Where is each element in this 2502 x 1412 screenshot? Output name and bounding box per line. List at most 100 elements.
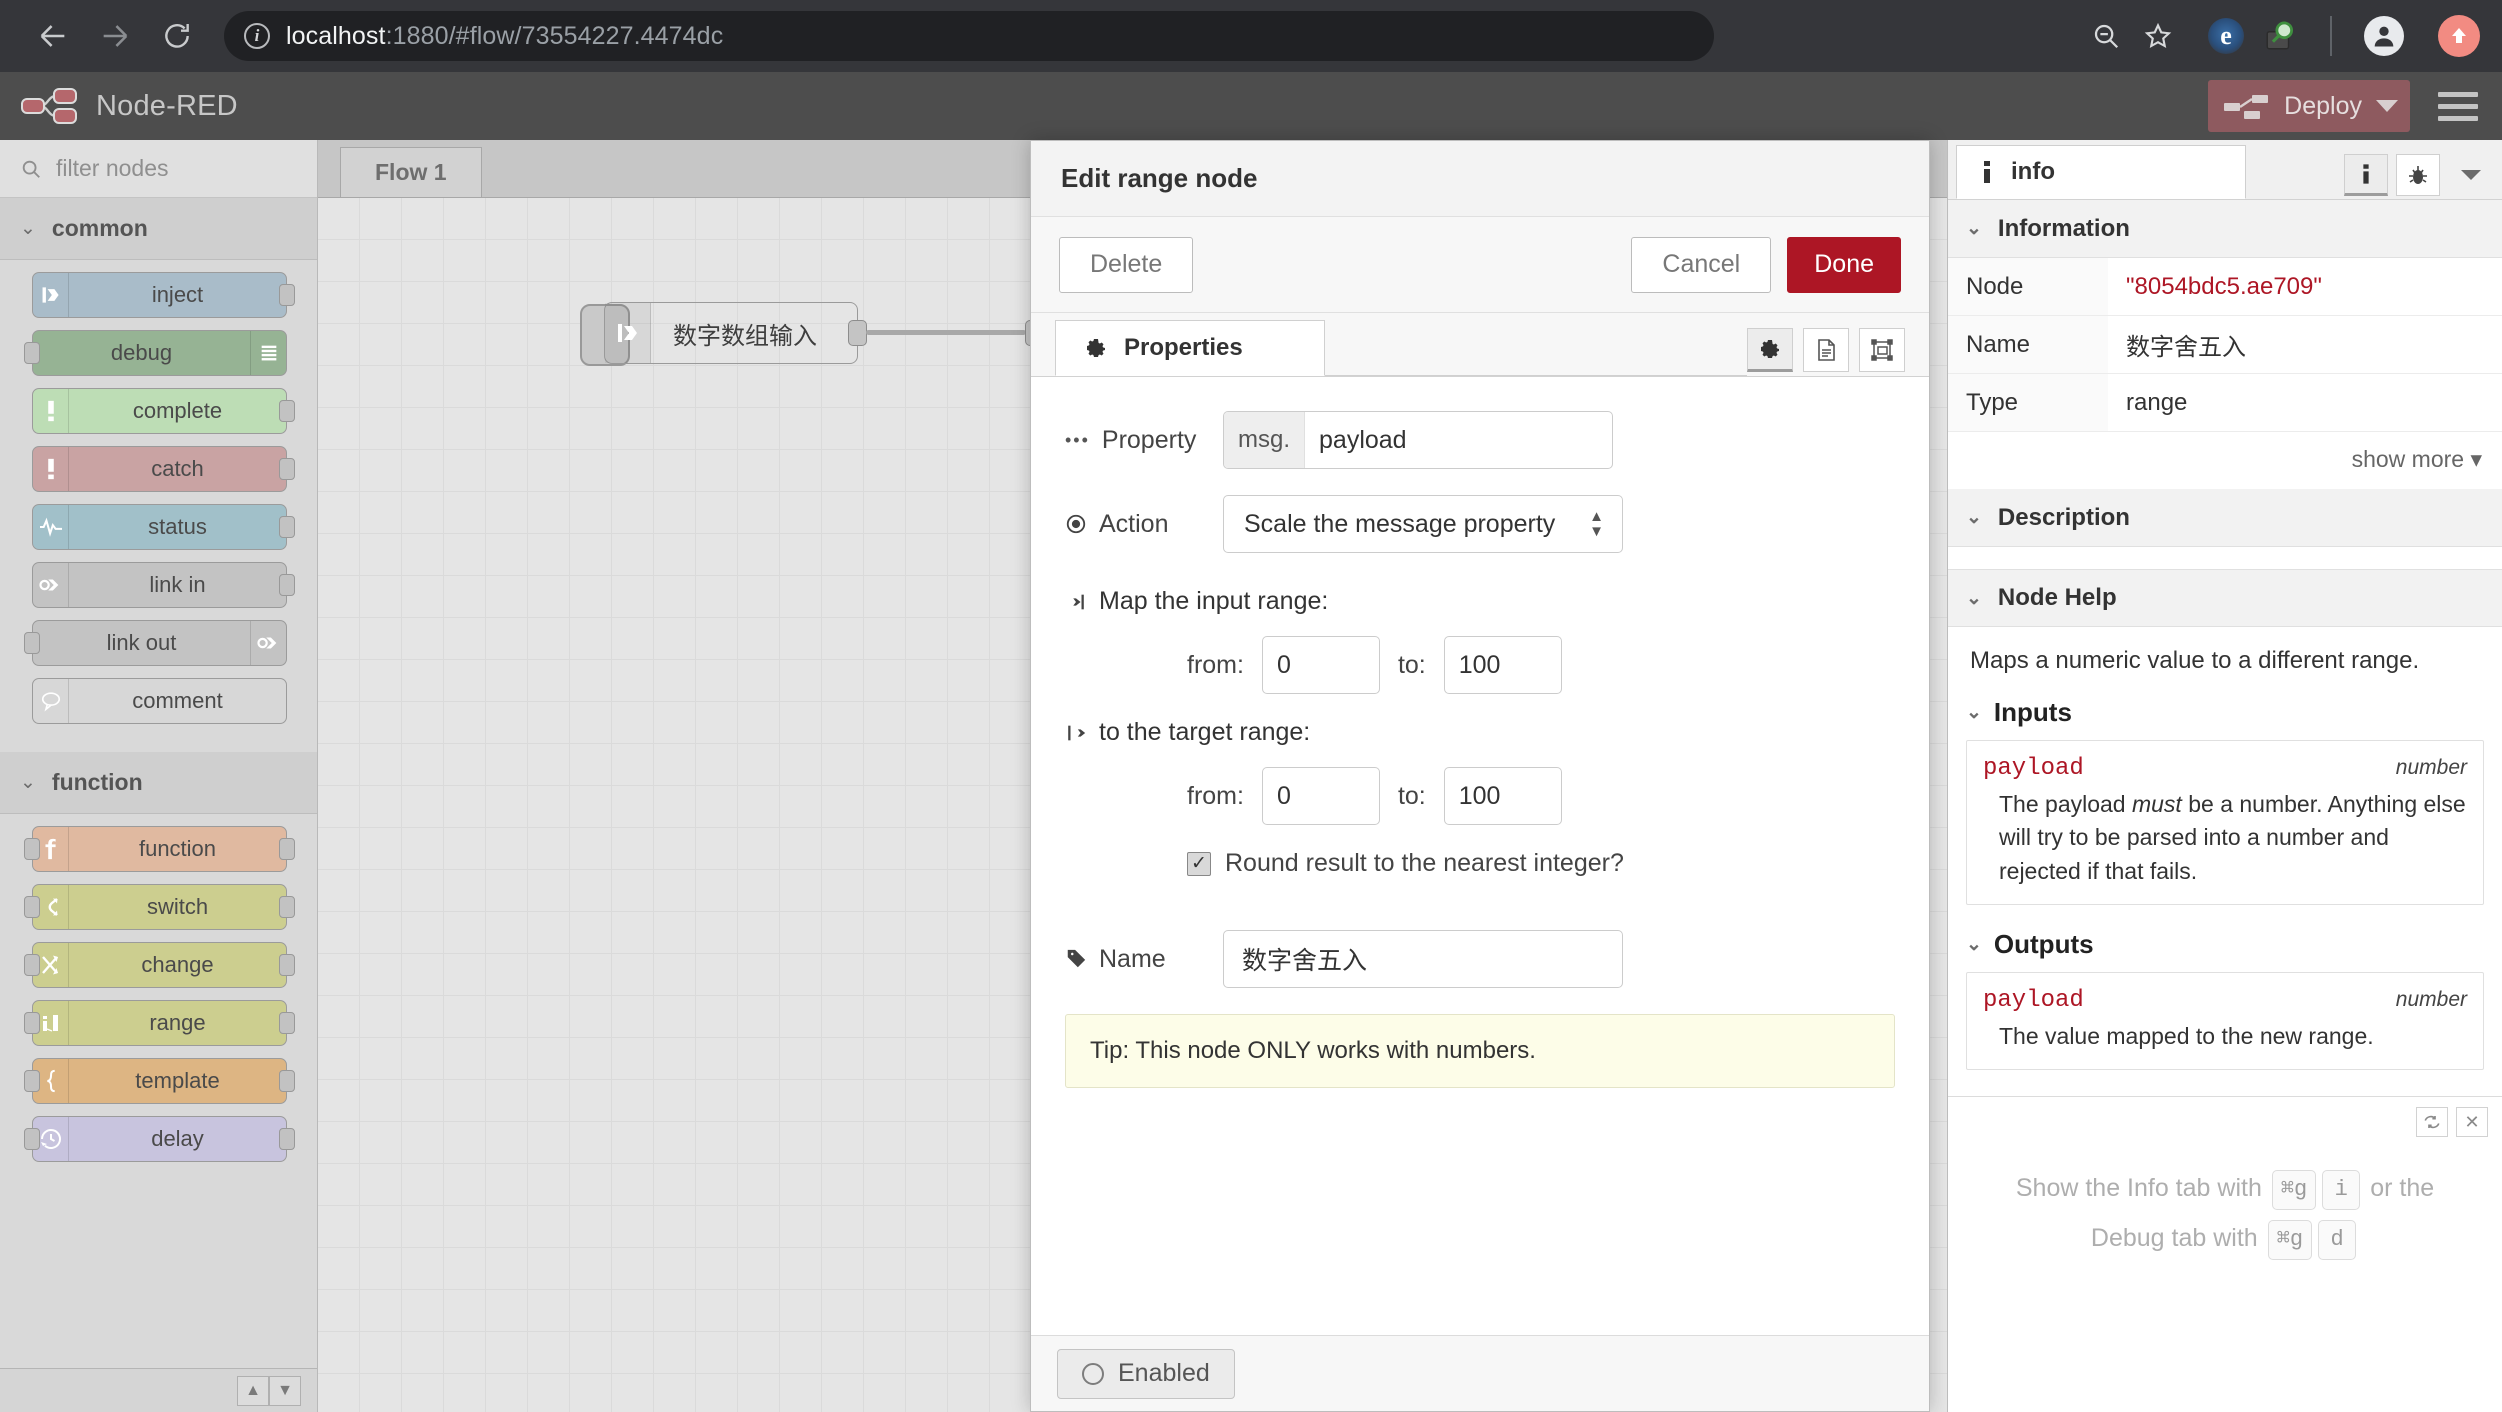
node-output-port[interactable] [279,516,295,538]
property-value[interactable]: payload [1305,426,1421,455]
name-input[interactable]: 数字舍五入 [1223,930,1623,988]
extension-search-icon[interactable] [2262,18,2298,54]
round-checkbox[interactable]: ✓ [1187,851,1211,876]
description-section-header[interactable]: ⌄ Description [1948,489,2502,547]
action-row: Action Scale the message property ▲ ▼ [1065,495,1895,553]
node-output-port[interactable] [279,284,295,306]
gear-icon[interactable] [1747,328,1793,372]
palette-node-label: range [149,1010,206,1035]
palette-node-delay[interactable]: delay [24,1116,295,1162]
target-from-label: from: [1187,781,1244,810]
node-input-port[interactable] [24,342,40,364]
node-input-port[interactable] [24,1128,40,1150]
chevron-down-icon[interactable] [2448,154,2494,196]
target-icon [1066,514,1086,534]
node-help-section-header[interactable]: ⌄ Node Help [1948,569,2502,627]
palette-node-link-out[interactable]: link out [24,620,287,666]
appearance-icon[interactable] [1859,328,1905,372]
refresh-icon[interactable] [2416,1107,2448,1138]
address-bar[interactable]: i localhost:1880/#flow/73554227.4474dc [224,11,1714,61]
node-output-port[interactable] [279,400,295,422]
palette-node-change[interactable]: change [24,942,295,988]
palette-node-range[interactable]: range [24,1000,295,1046]
extension-e-icon[interactable]: e [2208,18,2244,54]
flow-node-inject[interactable]: 数字数组输入 [604,302,867,364]
done-button[interactable]: Done [1787,236,1901,293]
zoom-out-icon[interactable] [2082,12,2130,60]
palette-node-inject[interactable]: inject [32,272,295,318]
star-icon[interactable] [2134,12,2182,60]
profile-avatar-icon[interactable] [2364,16,2404,56]
outputs-header[interactable]: ⌄ Outputs [1966,923,2484,972]
flow-tab-1[interactable]: Flow 1 [340,147,482,197]
node-input-port[interactable] [24,1012,40,1034]
node-output-port[interactable] [279,896,295,918]
palette-node-complete[interactable]: complete [32,388,295,434]
information-section-header[interactable]: ⌄ Information [1948,200,2502,258]
node-output-port[interactable] [279,1070,295,1092]
sidebar-info-button[interactable] [2344,154,2388,196]
tab-properties-label: Properties [1124,334,1243,361]
name-label: Name [1065,945,1223,974]
input-range-section-label: Map the input range: [1065,587,1895,616]
update-arrow-icon[interactable] [2438,15,2480,57]
node-output-port[interactable] [279,954,295,976]
node-output-port[interactable] [279,574,295,596]
palette-node-function[interactable]: function [24,826,295,872]
forward-arrow-icon[interactable] [84,5,146,67]
node-output-port[interactable] [279,1128,295,1150]
node-input-port[interactable] [24,632,40,654]
round-checkbox-row[interactable]: ✓ Round result to the nearest integer? [1065,849,1895,878]
bug-icon [2409,166,2427,184]
close-x-icon[interactable]: ✕ [2456,1107,2488,1138]
property-input[interactable]: msg. payload [1223,411,1613,469]
node-input-port[interactable] [24,896,40,918]
back-arrow-icon[interactable] [22,5,84,67]
description-body [1948,547,2502,569]
target-range-from[interactable]: 0 [1261,767,1380,825]
input-range-to[interactable]: 100 [1443,636,1562,694]
palette-node-link-in[interactable]: link in [32,562,295,608]
flow-wire[interactable] [866,330,1026,335]
action-select[interactable]: Scale the message property ▲ ▼ [1223,495,1623,553]
enabled-toggle[interactable]: Enabled [1057,1348,1235,1399]
sidebar-debug-button[interactable] [2396,154,2440,196]
palette-node-debug[interactable]: debug [24,330,287,376]
deploy-dropdown-caret-icon[interactable] [2376,100,2398,112]
palette-node-status[interactable]: status [32,504,295,550]
chevron-up-icon[interactable]: ▲ [237,1375,269,1406]
palette-search[interactable]: filter nodes [0,140,317,198]
chevron-down-icon[interactable]: ▼ [269,1375,301,1406]
delete-button[interactable]: Delete [1059,236,1194,293]
node-input-port[interactable] [24,838,40,860]
input-range-from[interactable]: 0 [1261,636,1380,694]
hamburger-menu-icon[interactable] [2432,84,2484,129]
site-info-icon[interactable]: i [244,23,270,49]
target-range-to[interactable]: 100 [1443,767,1562,825]
node-output-port[interactable] [848,320,867,346]
palette-node-catch[interactable]: catch [32,446,295,492]
property-type-prefix[interactable]: msg. [1224,412,1306,468]
document-icon[interactable] [1803,328,1849,372]
palette-node-switch[interactable]: switch [24,884,295,930]
palette-node-template[interactable]: template [24,1058,295,1104]
tab-properties[interactable]: Properties [1055,320,1325,376]
gear-icon [1087,339,1105,357]
reload-icon[interactable] [146,5,208,67]
target-to-label: to: [1397,781,1426,810]
node-output-port[interactable] [279,1012,295,1034]
node-output-port[interactable] [279,838,295,860]
palette-node-comment[interactable]: comment [32,678,287,724]
node-output-port[interactable] [279,458,295,480]
browser-toolbar: i localhost:1880/#flow/73554227.4474dc e [0,0,2502,72]
sidebar-tab-info[interactable]: info [1956,145,2246,199]
palette-footer: ▲ ▼ [0,1368,317,1412]
node-input-port[interactable] [24,1070,40,1092]
node-input-port[interactable] [24,954,40,976]
cancel-button[interactable]: Cancel [1631,236,1772,293]
inputs-header[interactable]: ⌄ Inputs [1966,691,2484,740]
deploy-button[interactable]: Deploy [2208,80,2410,132]
show-more-link[interactable]: show more ▾ [1948,432,2502,489]
palette-category-common[interactable]: ⌄ common [0,198,317,260]
palette-category-function[interactable]: ⌄ function [0,752,317,814]
